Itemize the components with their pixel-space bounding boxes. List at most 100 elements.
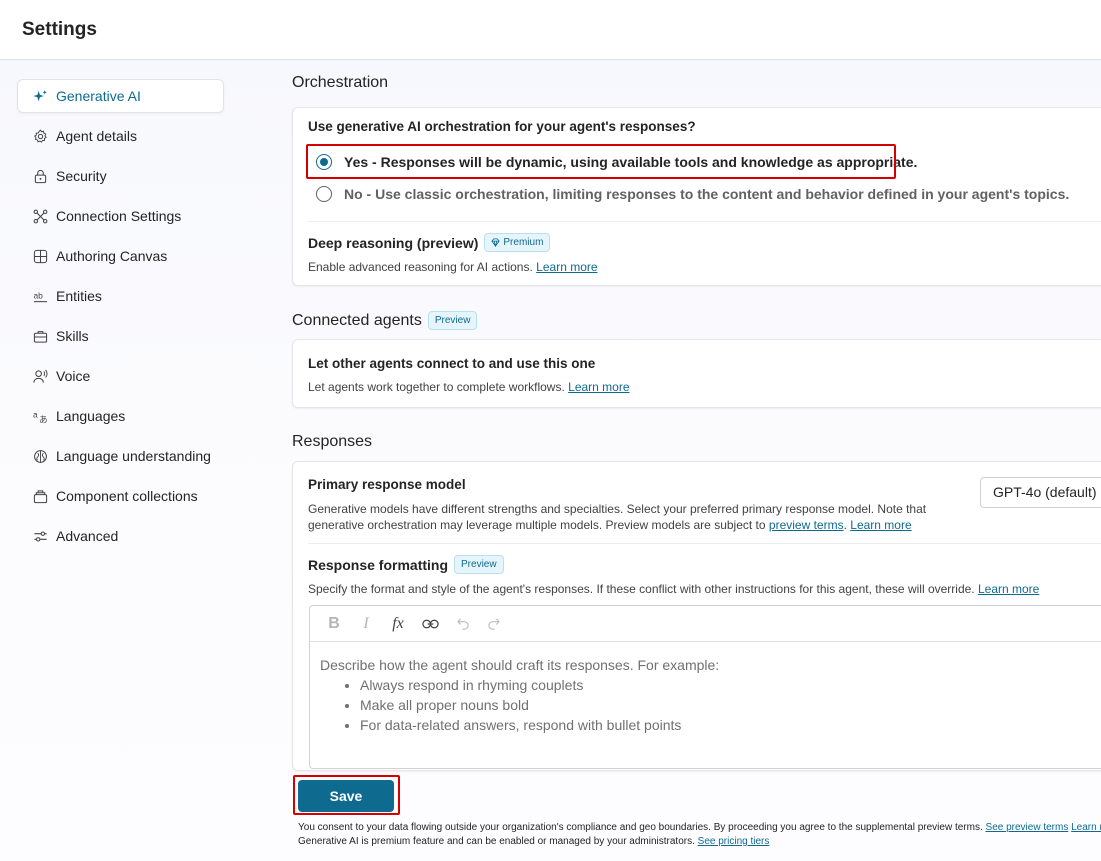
premium-badge-label: Premium: [503, 237, 544, 248]
sidebar-item-skills[interactable]: Skills: [17, 319, 224, 353]
divider: [308, 543, 1101, 544]
consent-note: You consent to your data flowing outside…: [298, 821, 1101, 835]
responses-card: Primary response model Generative models…: [292, 461, 1101, 771]
sidebar-item-languages[interactable]: aあ Languages: [17, 399, 224, 433]
preview-terms-link[interactable]: preview terms: [769, 518, 844, 532]
primary-model-desc-line-2: generative orchestration may leverage mu…: [308, 518, 912, 532]
bold-icon[interactable]: B: [318, 610, 350, 638]
diamond-icon: [491, 238, 500, 247]
grid-icon: [32, 248, 48, 264]
sidebar-item-generative-ai[interactable]: Generative AI: [17, 79, 224, 113]
primary-model-learn-more-link[interactable]: Learn more: [850, 518, 911, 532]
voice-icon: [32, 368, 48, 384]
sidebar-item-language-understanding[interactable]: Language understanding: [17, 439, 224, 473]
learn-more-link-truncated[interactable]: Learn r: [1071, 822, 1101, 833]
deep-reasoning-learn-more-link[interactable]: Learn more: [536, 260, 597, 274]
radio-option-no[interactable]: No - Use classic orchestration, limiting…: [316, 186, 1069, 202]
radio-no-label: No - Use classic orchestration, limiting…: [344, 186, 1070, 202]
sidebar-item-connection-settings[interactable]: Connection Settings: [17, 199, 224, 233]
sidebar-item-label: Component collections: [56, 488, 198, 504]
see-pricing-tiers-link[interactable]: See pricing tiers: [698, 836, 770, 847]
premium-note-text: Generative AI is premium feature and can…: [298, 836, 695, 847]
list-item: Always respond in rhyming couplets: [360, 675, 1094, 695]
entities-icon: ab: [32, 288, 48, 304]
orchestration-title: Orchestration: [292, 74, 389, 91]
primary-model-desc: Generative models have different strengt…: [308, 501, 948, 533]
svg-text:a: a: [33, 409, 38, 419]
gear-icon: [32, 128, 48, 144]
connected-agents-learn-more-link[interactable]: Learn more: [568, 380, 629, 394]
sidebar-item-label: Connection Settings: [56, 208, 182, 224]
settings-sidebar: Generative AI Agent details Security Con…: [17, 79, 224, 559]
brain-icon: [32, 448, 48, 464]
sidebar-item-label: Agent details: [56, 128, 137, 144]
consent-text: You consent to your data flowing outside…: [298, 822, 983, 833]
connected-agents-desc: Let agents work together to complete wor…: [308, 379, 630, 395]
highlight-box-yes: [306, 144, 896, 179]
response-formatting-row: Response formatting Preview: [308, 555, 504, 574]
languages-icon: aあ: [32, 408, 48, 424]
sidebar-item-label: Authoring Canvas: [56, 248, 168, 264]
sidebar-item-entities[interactable]: ab Entities: [17, 279, 224, 313]
connected-agents-label: Let other agents connect to and use this…: [308, 356, 596, 371]
radio-no[interactable]: [316, 186, 332, 202]
italic-icon[interactable]: I: [350, 610, 382, 638]
sidebar-item-agent-details[interactable]: Agent details: [17, 119, 224, 153]
sliders-icon: [32, 528, 48, 544]
deep-reasoning-desc: Enable advanced reasoning for AI actions…: [308, 259, 598, 275]
primary-model-desc-text: generative orchestration may leverage mu…: [308, 518, 766, 532]
list-item: For data-related answers, respond with b…: [360, 715, 1094, 735]
sidebar-item-label: Security: [56, 168, 107, 184]
sidebar-item-voice[interactable]: Voice: [17, 359, 224, 393]
svg-text:ab: ab: [33, 290, 43, 300]
sidebar-item-label: Entities: [56, 288, 102, 304]
svg-text:あ: あ: [39, 414, 47, 423]
preview-badge: Preview: [454, 555, 504, 574]
primary-model-label: Primary response model: [308, 477, 466, 492]
deep-reasoning-desc-text: Enable advanced reasoning for AI actions…: [308, 260, 533, 274]
undo-icon[interactable]: [446, 610, 478, 638]
deep-reasoning-row: Deep reasoning (preview) Premium: [308, 233, 551, 252]
premium-badge: Premium: [484, 233, 551, 252]
sidebar-item-advanced[interactable]: Advanced: [17, 519, 224, 553]
see-preview-terms-link[interactable]: See preview terms: [986, 822, 1069, 833]
model-select[interactable]: GPT-4o (default): [980, 477, 1101, 508]
connected-agents-heading: Connected agents Preview: [292, 311, 478, 330]
redo-icon[interactable]: [478, 610, 510, 638]
orchestration-heading: Orchestration: [292, 74, 388, 92]
response-formatting-editor: B I fx Describe how the agent should cra…: [309, 605, 1101, 769]
response-formatting-label: Response formatting: [308, 556, 449, 573]
divider: [308, 221, 1101, 222]
connection-icon: [32, 208, 48, 224]
sidebar-item-label: Language understanding: [56, 448, 211, 464]
editor-placeholder: Describe how the agent should craft its …: [320, 657, 720, 673]
editor-text-area[interactable]: Describe how the agent should craft its …: [310, 642, 1101, 735]
connected-agents-card: Let other agents connect to and use this…: [292, 339, 1101, 408]
preview-badge: Preview: [427, 311, 478, 330]
sidebar-item-label: Languages: [56, 408, 126, 424]
sidebar-item-label: Advanced: [56, 528, 119, 544]
sparkle-icon: [32, 88, 48, 104]
link-icon[interactable]: [414, 610, 446, 638]
sidebar-item-label: Generative AI: [56, 88, 141, 104]
lock-icon: [32, 168, 48, 184]
list-item: Make all proper nouns bold: [360, 695, 1094, 715]
orchestration-question: Use generative AI orchestration for your…: [308, 119, 696, 134]
responses-title: Responses: [292, 433, 373, 450]
premium-note: Generative AI is premium feature and can…: [298, 835, 769, 849]
response-formatting-desc: Specify the format and style of the agen…: [308, 581, 1039, 597]
formula-icon[interactable]: fx: [382, 610, 414, 638]
response-formatting-learn-more-link[interactable]: Learn more: [978, 582, 1039, 596]
save-button[interactable]: Save: [298, 780, 394, 812]
collection-icon: [32, 488, 48, 504]
page-title: Settings: [22, 19, 97, 40]
sidebar-item-label: Voice: [56, 368, 91, 384]
primary-model-desc-line-1: Generative models have different strengt…: [308, 502, 927, 516]
sidebar-item-component-collections[interactable]: Component collections: [17, 479, 224, 513]
response-formatting-desc-text: Specify the format and style of the agen…: [308, 582, 975, 596]
deep-reasoning-label: Deep reasoning (preview): [308, 234, 479, 251]
sidebar-item-authoring-canvas[interactable]: Authoring Canvas: [17, 239, 224, 273]
sidebar-item-label: Skills: [56, 328, 89, 344]
sidebar-item-security[interactable]: Security: [17, 159, 224, 193]
responses-heading: Responses: [292, 433, 372, 451]
